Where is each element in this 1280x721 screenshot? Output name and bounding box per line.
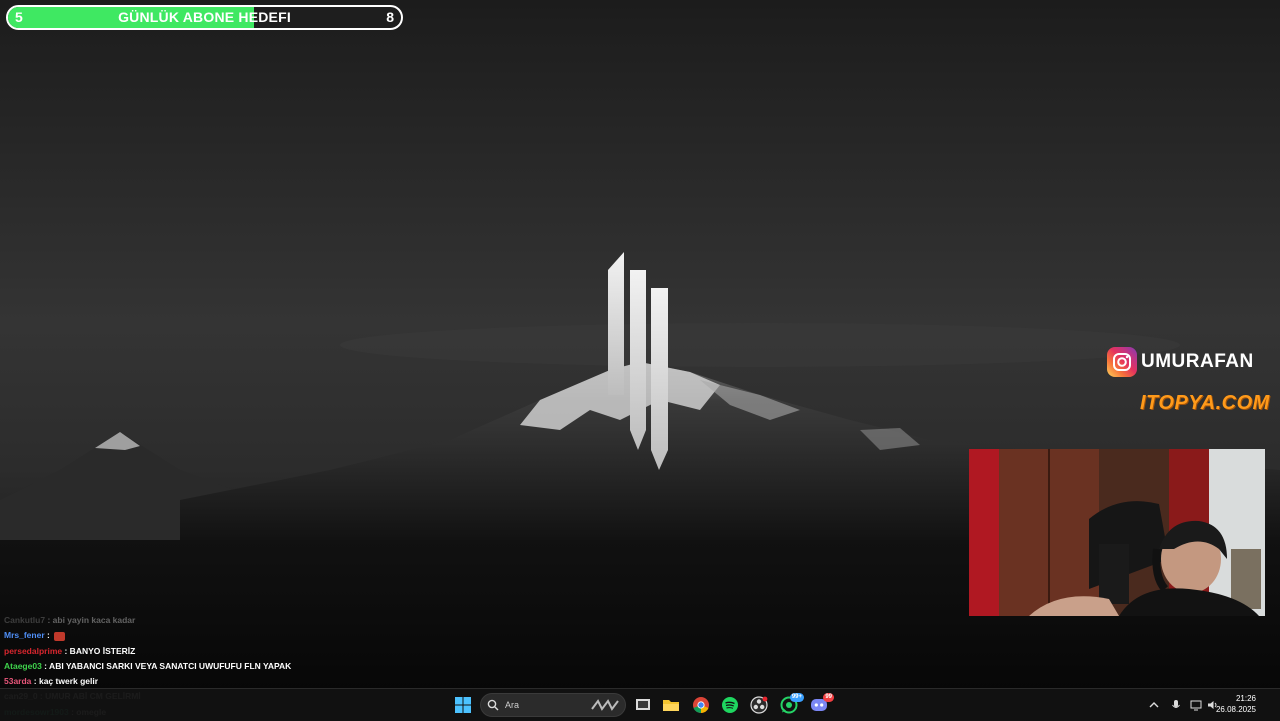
chat-message: Ataege03 : ABI YABANCI SARKI VEYA SANATC… <box>4 659 464 674</box>
windows-taskbar: Ara 99+ 99 21:26 26.08.2025 <box>0 688 1280 721</box>
chevron-up-icon[interactable] <box>1148 699 1160 711</box>
file-explorer-icon[interactable] <box>662 696 680 714</box>
obs-icon[interactable] <box>750 696 768 714</box>
chat-text: : <box>44 630 53 641</box>
instagram-icon <box>1107 347 1137 377</box>
spotify-icon[interactable] <box>721 696 739 714</box>
instagram-handle: UMURAFAN <box>1107 347 1254 377</box>
chat-text: : abi yayin kaca kadar <box>45 615 136 625</box>
task-view-icon[interactable] <box>634 696 652 714</box>
webcam-feed <box>969 449 1265 616</box>
streamer-logo <box>608 252 668 470</box>
search-highlight-icon <box>591 699 619 711</box>
chat-message: persedalprime : BANYO İSTERİZ <box>4 644 464 659</box>
network-icon[interactable] <box>1190 699 1202 711</box>
search-icon <box>487 699 499 711</box>
chat-message: Cankutlu7 : abi yayin kaca kadar <box>4 613 464 628</box>
chrome-icon[interactable] <box>692 696 710 714</box>
chat-text: : BANYO İSTERİZ <box>62 645 136 656</box>
windows-start-icon[interactable] <box>454 696 472 714</box>
discord-badge: 99 <box>823 693 834 702</box>
chat-username: Cankutlu7 <box>4 615 46 625</box>
system-clock[interactable]: 21:26 26.08.2025 <box>1216 693 1256 715</box>
sponsor-logo-text: ITOPYA.COM <box>1140 392 1270 414</box>
whatsapp-button[interactable]: 99+ <box>780 693 804 714</box>
taskbar-search-box[interactable]: Ara <box>480 693 626 717</box>
chat-username: 53arda <box>4 676 32 687</box>
chat-username: Ataege03 <box>4 660 42 671</box>
chat-username: persedalprime <box>4 645 63 656</box>
whatsapp-badge: 99+ <box>789 693 804 702</box>
discord-button[interactable]: 99 <box>810 693 834 714</box>
chat-text: : kaç twerk gelir <box>31 676 99 687</box>
chat-emote-icon <box>54 631 66 641</box>
chat-text: : ABI YABANCI SARKI VEYA SANATCI UWUFUFU… <box>41 660 292 671</box>
clock-date: 26.08.2025 <box>1215 705 1256 714</box>
microphone-icon[interactable] <box>1170 699 1182 711</box>
webcam-image <box>969 449 1265 616</box>
subscriber-goal-bar: 5 GÜNLÜK ABONE HEDEFI 8 <box>6 5 403 30</box>
chat-message: Mrs_fener : <box>4 628 464 643</box>
chat-username: Mrs_fener <box>4 630 45 641</box>
instagram-username: UMURAFAN <box>1141 351 1254 372</box>
goal-title: GÜNLÜK ABONE HEDEFI <box>118 9 291 25</box>
goal-target-count: 8 <box>386 9 394 25</box>
clock-time: 21:26 <box>1235 694 1256 703</box>
search-placeholder: Ara <box>505 700 520 710</box>
